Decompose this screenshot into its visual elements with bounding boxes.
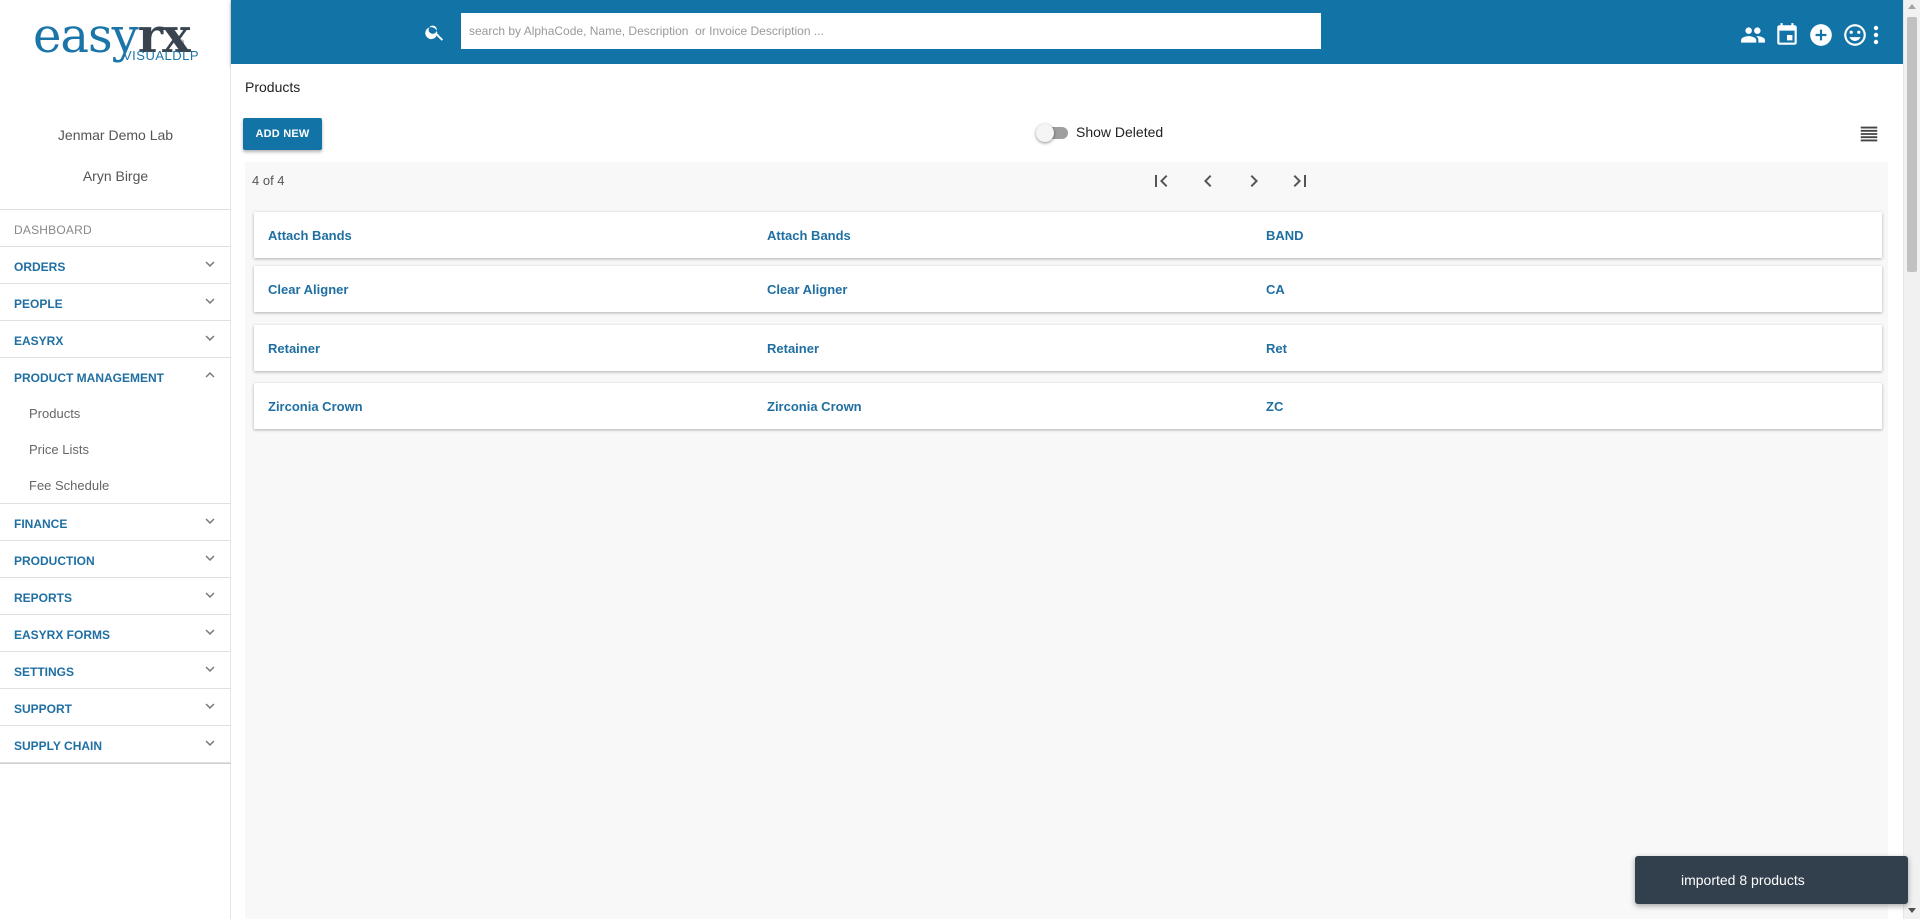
- sidebar-item-label: EASYRX FORMS: [14, 628, 111, 642]
- sidebar-item-easyrx[interactable]: EASYRX: [0, 321, 231, 358]
- search-icon: [425, 25, 444, 41]
- previous-page-icon[interactable]: [1196, 169, 1220, 193]
- sidebar: easyrx ® VISUALDLP Jenmar Demo Lab Aryn …: [0, 0, 231, 919]
- sidebar-item-label: PRODUCTION: [14, 554, 95, 568]
- logo-registered-mark: ®: [179, 40, 185, 47]
- scroll-down-arrow-icon[interactable]: [1908, 908, 1916, 913]
- record-count: 4 of 4: [252, 173, 285, 188]
- list-view-icon[interactable]: [1858, 123, 1880, 145]
- sidebar-item-orders[interactable]: ORDERS: [0, 247, 231, 284]
- smiley-icon[interactable]: [1842, 22, 1868, 48]
- sidebar-subitem-label: Price Lists: [29, 442, 89, 457]
- scrollbar-thumb[interactable]: [1907, 17, 1917, 272]
- table-row[interactable]: Clear Aligner Clear Aligner CA: [254, 266, 1882, 312]
- toast-message: imported 8 products: [1681, 872, 1805, 888]
- sidebar-item-label: SUPPLY CHAIN: [14, 739, 103, 753]
- sidebar-item-label: DASHBOARD: [14, 223, 92, 237]
- show-deleted-label: Show Deleted: [1076, 124, 1164, 140]
- product-description-cell[interactable]: Clear Aligner: [767, 282, 847, 297]
- show-deleted-toggle[interactable]: [1036, 124, 1068, 142]
- sidebar-item-label: REPORTS: [14, 591, 73, 605]
- sidebar-item-support[interactable]: SUPPORT: [0, 689, 231, 726]
- easyrx-logo[interactable]: easyrx ® VISUALDLP: [33, 10, 203, 70]
- chevron-down-icon: [205, 666, 215, 672]
- user-name: Aryn Birge: [82, 168, 149, 184]
- sidebar-group-product-management: PRODUCT MANAGEMENT Products Price Lists Fe…: [0, 358, 231, 504]
- calendar-icon[interactable]: [1774, 22, 1800, 48]
- top-bar: [231, 0, 1903, 64]
- sidebar-item-people[interactable]: PEOPLE: [0, 284, 231, 321]
- sidebar-subitem-products[interactable]: Products: [0, 395, 231, 431]
- scroll-up-arrow-icon[interactable]: [1908, 4, 1916, 9]
- chevron-down-icon: [205, 335, 215, 341]
- product-name-cell[interactable]: Retainer: [268, 341, 320, 356]
- sidebar-item-label: EASYRX: [14, 334, 64, 348]
- more-vert-icon[interactable]: [1868, 22, 1884, 48]
- sidebar-item-easyrx-forms[interactable]: EASYRX FORMS: [0, 615, 231, 652]
- product-name-cell[interactable]: Clear Aligner: [268, 282, 348, 297]
- logo-subtitle: VISUALDLP: [123, 48, 200, 63]
- first-page-icon[interactable]: [1149, 169, 1173, 193]
- sidebar-item-settings[interactable]: SETTINGS: [0, 652, 231, 689]
- chevron-down-icon: [205, 518, 215, 524]
- sidebar-item-label: FINANCE: [14, 517, 68, 531]
- product-code-cell[interactable]: ZC: [1266, 399, 1283, 414]
- add-new-button[interactable]: ADD NEW: [243, 118, 322, 150]
- product-code-cell[interactable]: BAND: [1266, 228, 1304, 243]
- app-root: easyrx ® VISUALDLP Jenmar Demo Lab Aryn …: [0, 0, 1920, 919]
- sidebar-item-label: PEOPLE: [14, 297, 63, 311]
- sidebar-subitem-price-lists[interactable]: Price Lists: [0, 431, 231, 467]
- product-code-cell[interactable]: CA: [1266, 282, 1285, 297]
- last-page-icon[interactable]: [1288, 169, 1312, 193]
- add-circle-icon[interactable]: [1808, 22, 1834, 48]
- next-page-icon[interactable]: [1242, 169, 1266, 193]
- chevron-down-icon: [205, 629, 215, 635]
- product-description-cell[interactable]: Attach Bands: [767, 228, 851, 243]
- product-code-cell[interactable]: Ret: [1266, 341, 1287, 356]
- sidebar-item-label: SETTINGS: [14, 665, 75, 679]
- table-row[interactable]: Retainer Retainer Ret: [254, 325, 1882, 371]
- chevron-down-icon: [205, 298, 215, 304]
- chevron-up-icon: [205, 372, 215, 378]
- sidebar-item-label: ORDERS: [14, 260, 66, 274]
- chevron-down-icon: [205, 555, 215, 561]
- sidebar-item-production[interactable]: PRODUCTION: [0, 541, 231, 578]
- products-list-panel: 4 of 4 Attach Bands Attach Bands BAND Clear…: [245, 162, 1888, 919]
- chevron-down-icon: [205, 261, 215, 267]
- sidebar-item-supply-chain[interactable]: SUPPLY CHAIN: [0, 726, 231, 763]
- product-name-cell[interactable]: Attach Bands: [268, 228, 352, 243]
- table-row[interactable]: Zirconia Crown Zirconia Crown ZC: [254, 383, 1882, 429]
- sidebar-item-finance[interactable]: FINANCE: [0, 504, 231, 541]
- page-title: Products: [245, 79, 301, 95]
- product-description-cell[interactable]: Zirconia Crown: [767, 399, 862, 414]
- sidebar-subitem-fee-schedule[interactable]: Fee Schedule: [0, 467, 231, 503]
- product-name-cell[interactable]: Zirconia Crown: [268, 399, 363, 414]
- chevron-down-icon: [205, 592, 215, 598]
- table-row[interactable]: Attach Bands Attach Bands BAND: [254, 212, 1882, 258]
- product-description-cell[interactable]: Retainer: [767, 341, 819, 356]
- sidebar-menu: DASHBOARD ORDERS PEOPLE EASYRX PRODUCT MAN…: [0, 209, 231, 764]
- chevron-down-icon: [205, 703, 215, 709]
- search-input[interactable]: [461, 13, 1321, 49]
- sidebar-item-reports[interactable]: REPORTS: [0, 578, 231, 615]
- sidebar-item-label: SUPPORT: [14, 702, 73, 716]
- page-scrollbar[interactable]: [1903, 0, 1920, 919]
- main-content: Products ADD NEW Show Deleted 4 of 4 Att…: [231, 64, 1903, 919]
- sidebar-item-label: PRODUCT MANAGEMENT: [14, 371, 164, 385]
- chevron-down-icon: [205, 740, 215, 746]
- sidebar-item-dashboard[interactable]: DASHBOARD: [0, 210, 231, 247]
- toggle-thumb: [1036, 124, 1054, 142]
- toast-notification: imported 8 products: [1635, 856, 1908, 904]
- lab-name: Jenmar Demo Lab: [57, 127, 174, 143]
- people-icon[interactable]: [1740, 22, 1766, 48]
- sidebar-subitem-label: Fee Schedule: [29, 478, 110, 493]
- sidebar-item-product-management[interactable]: PRODUCT MANAGEMENT: [0, 358, 231, 395]
- sidebar-subitem-label: Products: [29, 406, 81, 421]
